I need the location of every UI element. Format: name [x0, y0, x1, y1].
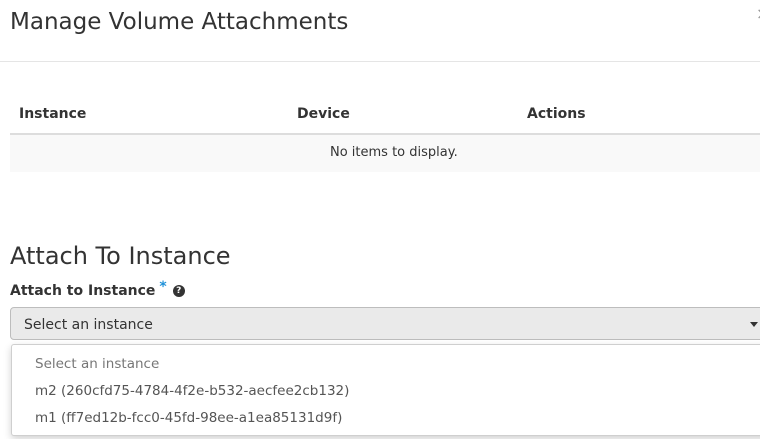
column-header-device: Device	[297, 106, 350, 122]
attachments-table: Instance Device Actions No items to disp…	[10, 96, 760, 172]
instance-dropdown-list: Select an instance m2 (260cfd75-4784-4f2…	[11, 344, 760, 436]
close-icon[interactable]: ×	[756, 6, 760, 22]
select-current-value: Select an instance	[24, 317, 153, 333]
attach-section-title: Attach To Instance	[10, 242, 231, 270]
empty-message: No items to display.	[330, 145, 458, 160]
help-icon[interactable]: ?	[172, 285, 185, 297]
modal-title: Manage Volume Attachments	[10, 9, 349, 35]
column-header-instance: Instance	[19, 106, 87, 122]
option-instance-m2[interactable]: m2 (260cfd75-4784-4f2e-b532-aecfee2cb132…	[35, 383, 349, 399]
manage-volume-attachments-modal: Manage Volume Attachments × Instance Dev…	[0, 0, 760, 439]
field-label-text: Attach to Instance	[10, 283, 156, 299]
instance-select[interactable]: Select an instance	[10, 307, 760, 340]
option-instance-m1[interactable]: m1 (ff7ed12b-fcc0-45fd-98ee-a1ea85131d9f…	[35, 410, 342, 426]
required-marker: *	[159, 279, 167, 295]
attach-instance-label: Attach to Instance * ?	[10, 279, 185, 299]
table-empty-row: No items to display.	[10, 135, 760, 172]
table-header: Instance Device Actions	[10, 96, 760, 135]
option-select-an-instance[interactable]: Select an instance	[35, 356, 159, 372]
header-divider	[0, 61, 760, 62]
caret-down-icon	[750, 322, 758, 327]
column-header-actions: Actions	[527, 106, 586, 122]
